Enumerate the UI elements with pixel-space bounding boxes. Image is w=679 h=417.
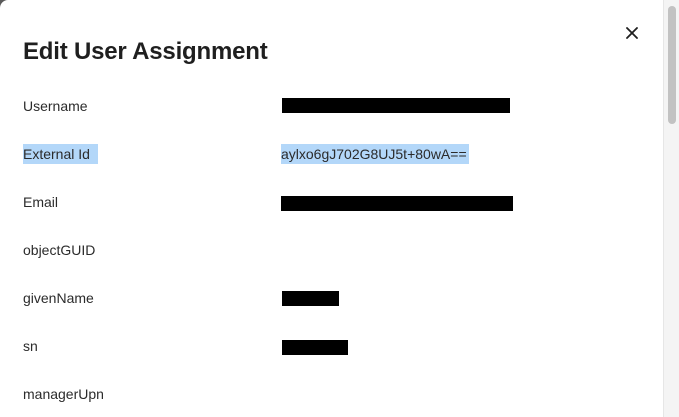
- close-icon: [626, 27, 638, 39]
- close-button[interactable]: [621, 22, 643, 44]
- field-label-sn: sn: [23, 338, 38, 354]
- field-row-givenname: givenName: [0, 286, 663, 310]
- redacted-sn: [282, 340, 348, 355]
- scrollbar-thumb[interactable]: [668, 6, 676, 124]
- edit-user-assignment-dialog: Edit User Assignment Username External I…: [0, 0, 663, 417]
- field-label-external-id: External Id: [23, 144, 98, 164]
- field-label-objectguid: objectGUID: [23, 242, 96, 258]
- field-label-username: Username: [23, 98, 88, 114]
- vertical-scrollbar[interactable]: [663, 0, 679, 417]
- field-label-managerupn: managerUpn: [23, 386, 104, 402]
- redacted-givenname: [282, 291, 339, 306]
- field-row-managerupn: managerUpn: [0, 382, 663, 406]
- dialog-title: Edit User Assignment: [23, 38, 268, 65]
- redacted-email: [281, 196, 513, 211]
- field-row-email: Email: [0, 190, 663, 214]
- field-row-username: Username: [0, 94, 663, 118]
- field-value-external-id: aylxo6gJ702G8UJ5t+80wA==: [281, 144, 469, 164]
- field-label-givenname: givenName: [23, 290, 94, 306]
- field-row-objectguid: objectGUID: [0, 238, 663, 262]
- redacted-username: [282, 98, 510, 113]
- field-row-sn: sn: [0, 334, 663, 358]
- field-label-email: Email: [23, 194, 59, 210]
- field-row-external-id: External Id aylxo6gJ702G8UJ5t+80wA==: [0, 142, 663, 166]
